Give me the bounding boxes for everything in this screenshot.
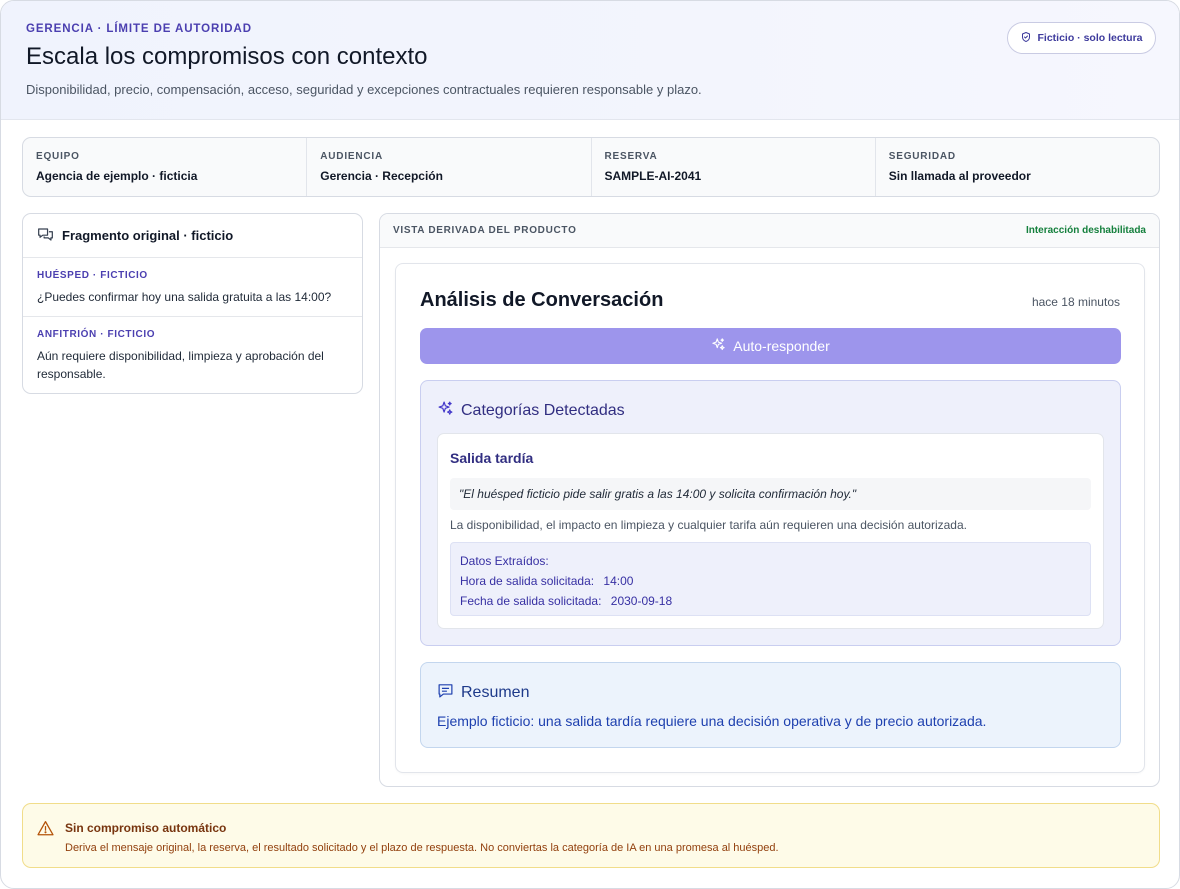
message-text: ¿Puedes confirmar hoy una salida gratuit…	[37, 290, 332, 304]
sparkles-icon	[437, 400, 454, 422]
context-label: AUDIENCIA	[320, 151, 384, 162]
alert-title: Sin compromiso automático	[65, 821, 227, 835]
chat-bubbles-icon	[37, 227, 54, 245]
extracted-data-title: Datos Extraídos:	[460, 554, 549, 568]
auto-respond-button[interactable]: Auto-responder	[420, 328, 1121, 364]
interaction-status: Interacción deshabilitada	[1025, 225, 1146, 236]
category-card: Salida tardía "El huésped ficticio pide …	[437, 433, 1104, 629]
context-value: Gerencia · Recepción	[320, 169, 443, 183]
product-view-label: VISTA DERIVADA DEL PRODUCTO	[393, 225, 577, 236]
extracted-field-value: 14:00	[603, 574, 634, 588]
warning-triangle-icon	[37, 820, 54, 841]
context-label: EQUIPO	[36, 151, 80, 162]
detected-categories-section: Categorías Detectadas Salida tardía "El …	[420, 380, 1121, 646]
context-team: EQUIPO Agencia de ejemplo · ficticia	[23, 138, 308, 196]
extracted-field: Hora de salida solicitada: 14:00	[460, 571, 1081, 591]
fragment-title: Fragmento original · ficticio	[62, 228, 234, 243]
context-audience: AUDIENCIA Gerencia · Recepción	[307, 138, 592, 196]
summary-heading: Resumen	[437, 682, 529, 704]
message-item: ANFITRIÓN · FICTICIO Aún requiere dispon…	[23, 317, 362, 393]
summary-text: Ejemplo ficticio: una salida tardía requ…	[437, 713, 987, 729]
category-note: La disponibilidad, el impacto en limpiez…	[450, 518, 967, 532]
original-fragment-panel: Fragmento original · ficticio HUÉSPED · …	[22, 213, 363, 394]
extracted-field-key: Hora de salida solicitada:	[460, 574, 595, 588]
fragment-header: Fragmento original · ficticio	[23, 214, 362, 258]
categories-title: Categorías Detectadas	[461, 402, 625, 419]
context-label: SEGURIDAD	[888, 151, 956, 162]
message-item: HUÉSPED · FICTICIO ¿Puedes confirmar hoy…	[23, 258, 362, 317]
no-auto-commitment-alert: Sin compromiso automático Deriva el mens…	[22, 803, 1160, 868]
conversation-analysis-card: Análisis de Conversación hace 18 minutos…	[395, 263, 1145, 773]
page-eyebrow: GERENCIA · LÍMITE DE AUTORIDAD	[26, 23, 252, 35]
sparkles-icon	[711, 337, 726, 355]
summary-section: Resumen Ejemplo ficticio: una salida tar…	[420, 662, 1121, 748]
categories-heading: Categorías Detectadas	[437, 400, 625, 422]
shield-icon	[1020, 31, 1032, 46]
read-only-badge-label: Ficticio · solo lectura	[1037, 32, 1143, 44]
context-label: RESERVA	[604, 151, 658, 162]
auto-respond-label: Auto-responder	[733, 338, 830, 354]
context-value: SAMPLE-AI-2041	[604, 169, 702, 183]
summary-title: Resumen	[461, 684, 530, 701]
message-text: Aún requiere disponibilidad, limpieza y …	[37, 349, 324, 381]
page-subtitle: Disponibilidad, precio, compensación, ac…	[26, 82, 702, 97]
extracted-field: Fecha de salida solicitada: 2030-09-18	[460, 591, 1081, 611]
page-header: GERENCIA · LÍMITE DE AUTORIDAD Escala lo…	[1, 1, 1179, 120]
extracted-field-key: Fecha de salida solicitada:	[460, 594, 602, 608]
alert-text: Deriva el mensaje original, la reserva, …	[65, 842, 779, 854]
analysis-timestamp: hace 18 minutos	[1031, 295, 1120, 309]
context-value: Agencia de ejemplo · ficticia	[36, 169, 198, 183]
read-only-badge: Ficticio · solo lectura	[1007, 22, 1156, 54]
page-title: Escala los compromisos con contexto	[26, 43, 428, 70]
category-quote: "El huésped ficticio pide salir gratis a…	[450, 478, 1091, 510]
context-value: Sin llamada al proveedor	[888, 169, 1031, 183]
message-author: ANFITRIÓN · FICTICIO	[37, 329, 156, 340]
extracted-data-box: Datos Extraídos: Hora de salida solicita…	[450, 542, 1091, 616]
product-view-header: VISTA DERIVADA DEL PRODUCTO Interacción …	[380, 214, 1159, 248]
context-bar: EQUIPO Agencia de ejemplo · ficticia AUD…	[22, 137, 1160, 197]
context-booking: RESERVA SAMPLE-AI-2041	[592, 138, 876, 196]
analysis-title: Análisis de Conversación	[420, 289, 664, 311]
product-view-panel: VISTA DERIVADA DEL PRODUCTO Interacción …	[379, 213, 1160, 787]
message-square-icon	[437, 682, 454, 704]
category-name: Salida tardía	[450, 450, 534, 466]
app-frame: GERENCIA · LÍMITE DE AUTORIDAD Escala lo…	[0, 0, 1180, 889]
message-author: HUÉSPED · FICTICIO	[37, 270, 148, 281]
context-security: SEGURIDAD Sin llamada al proveedor	[876, 138, 1159, 196]
extracted-field-value: 2030-09-18	[610, 594, 673, 608]
